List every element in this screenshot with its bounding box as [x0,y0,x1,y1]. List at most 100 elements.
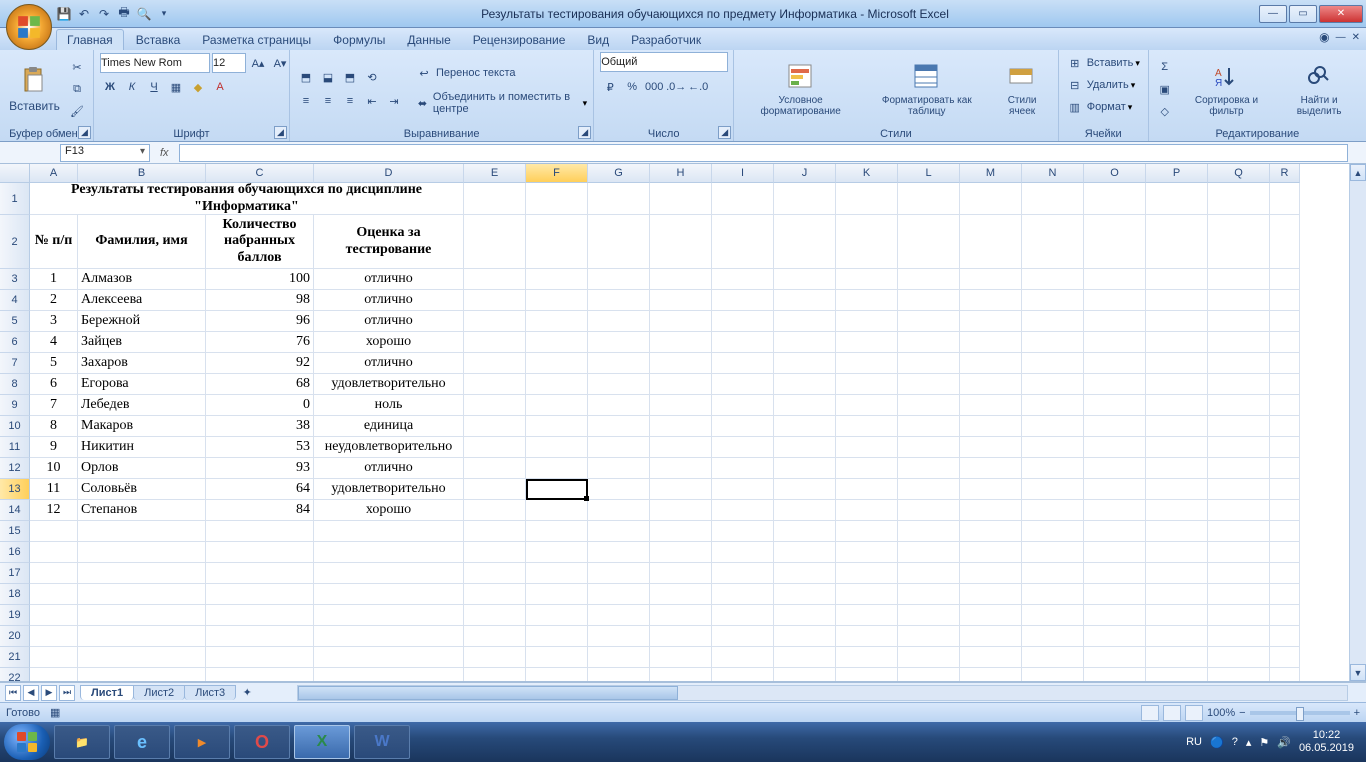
cell[interactable] [464,521,526,542]
cell[interactable] [464,605,526,626]
cell[interactable] [1146,521,1208,542]
row-header-16[interactable]: 16 [0,542,30,563]
align-left-icon[interactable]: ≡ [296,91,316,111]
clear-icon[interactable]: ◇ [1155,101,1175,121]
cell[interactable] [1270,668,1300,682]
cell[interactable] [774,269,836,290]
page-layout-view-icon[interactable] [1163,705,1181,721]
cell[interactable]: отлично [314,269,464,290]
cell[interactable] [464,647,526,668]
cell[interactable] [960,605,1022,626]
align-bottom-icon[interactable]: ⬒ [340,67,360,87]
cell[interactable] [526,183,588,215]
cell[interactable] [1084,311,1146,332]
cell[interactable] [960,183,1022,215]
cell[interactable] [1270,183,1300,215]
cell[interactable] [464,563,526,584]
cell[interactable] [526,215,588,269]
cell[interactable] [1084,479,1146,500]
cell[interactable] [960,500,1022,521]
cell[interactable] [464,584,526,605]
cell[interactable] [1208,563,1270,584]
cell[interactable] [712,416,774,437]
cell[interactable] [836,290,898,311]
underline-button[interactable]: Ч [144,77,164,97]
cell[interactable]: 7 [30,395,78,416]
cell[interactable] [1084,563,1146,584]
cell[interactable]: 76 [206,332,314,353]
cell[interactable] [1270,332,1300,353]
col-header-G[interactable]: G [588,164,650,183]
cell[interactable] [1022,542,1084,563]
cell[interactable] [314,647,464,668]
cell[interactable] [712,647,774,668]
cell[interactable] [588,542,650,563]
tab-Вид[interactable]: Вид [577,30,619,50]
cell[interactable] [774,395,836,416]
cell[interactable] [836,647,898,668]
cell[interactable] [1208,668,1270,682]
cell[interactable] [1022,183,1084,215]
cell[interactable] [1270,311,1300,332]
column-headers[interactable]: ABCDEFGHIJKLMNOPQR [30,164,1300,183]
zoom-in-icon[interactable]: + [1354,707,1360,719]
cell[interactable] [464,353,526,374]
cell[interactable] [1208,269,1270,290]
cell[interactable]: 93 [206,458,314,479]
col-header-P[interactable]: P [1146,164,1208,183]
cell[interactable] [464,479,526,500]
cell[interactable] [78,626,206,647]
cell[interactable] [712,437,774,458]
cell[interactable] [836,479,898,500]
cell[interactable] [712,584,774,605]
spreadsheet-grid[interactable]: ABCDEFGHIJKLMNOPQR 123456789101112131415… [0,164,1366,682]
cell[interactable] [30,668,78,682]
sheet-tab-Лист3[interactable]: Лист3 [184,685,236,700]
cell[interactable] [1022,269,1084,290]
cell[interactable] [960,311,1022,332]
dialog-launcher-icon[interactable]: ◢ [274,126,287,139]
cell[interactable] [464,437,526,458]
cell[interactable] [960,215,1022,269]
cell[interactable] [712,395,774,416]
cell[interactable] [526,290,588,311]
cell[interactable] [712,183,774,215]
cell[interactable]: Захаров [78,353,206,374]
cell[interactable] [526,458,588,479]
cell[interactable] [1146,626,1208,647]
cell[interactable]: Зайцев [78,332,206,353]
cell[interactable] [712,332,774,353]
cell[interactable]: Алексеева [78,290,206,311]
col-header-M[interactable]: M [960,164,1022,183]
cell[interactable] [650,626,712,647]
cut-icon[interactable]: ✂ [67,57,87,77]
cell[interactable] [898,521,960,542]
cell[interactable] [30,626,78,647]
cell[interactable] [1208,332,1270,353]
row-header-22[interactable]: 22 [0,668,30,682]
cell[interactable] [526,542,588,563]
cell[interactable] [1022,521,1084,542]
cell[interactable] [898,605,960,626]
cell[interactable] [526,605,588,626]
cell[interactable] [1146,269,1208,290]
cell[interactable] [650,584,712,605]
row-header-15[interactable]: 15 [0,521,30,542]
cell[interactable] [960,290,1022,311]
cell[interactable]: Степанов [78,500,206,521]
cell[interactable] [774,605,836,626]
cell[interactable] [1270,542,1300,563]
cell[interactable]: хорошо [314,500,464,521]
cell[interactable] [78,668,206,682]
cell[interactable] [1208,542,1270,563]
cell[interactable] [712,479,774,500]
decrease-decimal-icon[interactable]: ←.0 [688,77,708,97]
maximize-button[interactable]: ▭ [1289,5,1317,23]
cell[interactable] [78,584,206,605]
cell[interactable] [1022,668,1084,682]
cell[interactable] [898,542,960,563]
cell[interactable] [526,416,588,437]
cell[interactable] [1084,395,1146,416]
cell[interactable] [526,353,588,374]
cell[interactable] [960,647,1022,668]
